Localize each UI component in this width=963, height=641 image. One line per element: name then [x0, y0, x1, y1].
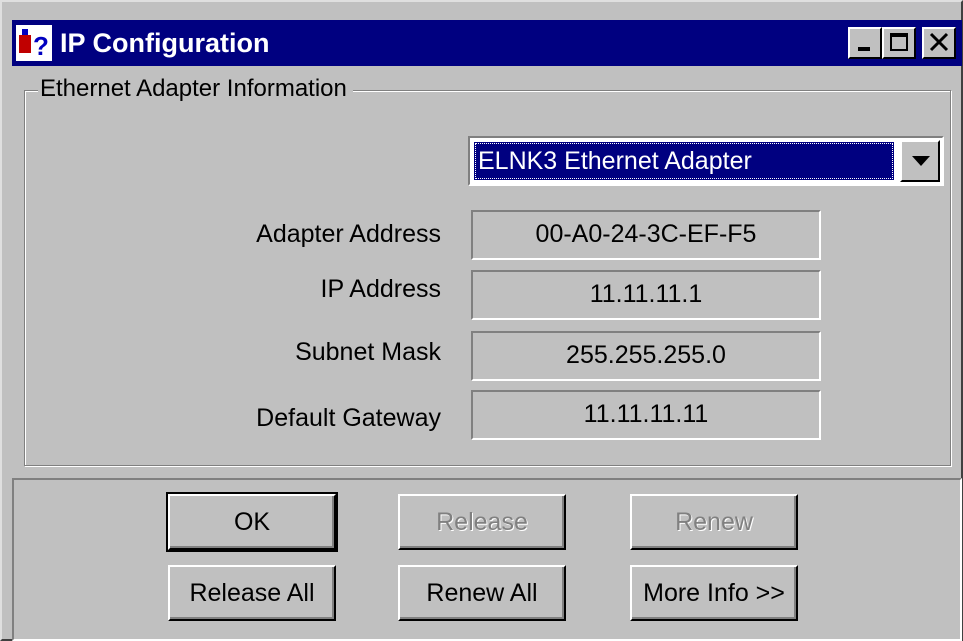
close-button[interactable] [922, 27, 956, 59]
ip-config-icon: ? [16, 25, 52, 61]
window-title: IP Configuration [60, 28, 270, 58]
release-button[interactable]: Release [398, 494, 566, 550]
renew-button[interactable]: Renew [630, 494, 798, 550]
more-info-button[interactable]: More Info >> [630, 565, 798, 621]
ip-address-value: 11.11.11.1 [471, 270, 821, 320]
subnet-mask-label: Subnet Mask [295, 338, 441, 366]
svg-text:?: ? [33, 31, 49, 61]
group-legend: Ethernet Adapter Information [38, 74, 353, 104]
minimize-button[interactable] [848, 27, 882, 59]
default-gateway-label: Default Gateway [256, 404, 441, 432]
ok-button[interactable]: OK [166, 492, 338, 552]
maximize-icon [890, 33, 908, 51]
chevron-down-icon [912, 156, 930, 166]
adapter-select-dropdown-button[interactable] [900, 140, 940, 182]
ip-configuration-window: ? IP Configuration Ethernet Adapter Info… [0, 0, 963, 641]
default-gateway-value: 11.11.11.11 [471, 390, 821, 440]
maximize-button[interactable] [882, 27, 916, 59]
title-bar[interactable]: ? IP Configuration [12, 20, 962, 66]
renew-all-button[interactable]: Renew All [398, 565, 566, 621]
release-all-button[interactable]: Release All [168, 565, 336, 621]
close-icon [929, 32, 949, 52]
adapter-address-label: Adapter Address [256, 220, 441, 248]
ip-address-label: IP Address [320, 275, 441, 303]
minimize-icon [858, 47, 870, 51]
adapter-address-value: 00-A0-24-3C-EF-F5 [471, 210, 821, 260]
adapter-select[interactable]: ELNK3 Ethernet Adapter [468, 136, 944, 186]
adapter-select-value: ELNK3 Ethernet Adapter [474, 142, 894, 180]
subnet-mask-value: 255.255.255.0 [471, 331, 821, 381]
